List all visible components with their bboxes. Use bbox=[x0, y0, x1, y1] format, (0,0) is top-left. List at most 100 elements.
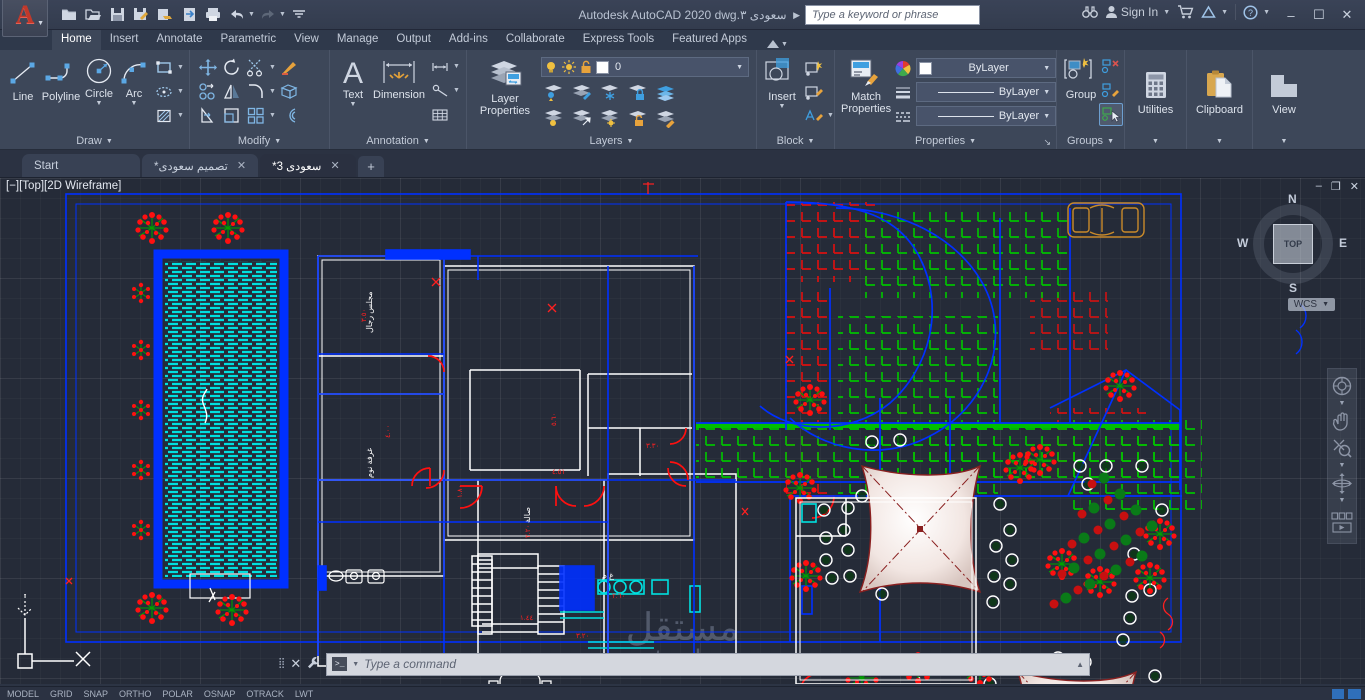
viewport-label[interactable]: [−][Top][2D Wireframe] bbox=[6, 180, 121, 192]
view-cube-west[interactable]: W bbox=[1237, 236, 1248, 250]
status-snap[interactable]: SNAP bbox=[81, 689, 112, 699]
chevron-down-icon[interactable]: ▼ bbox=[1043, 113, 1053, 120]
modify-rotate-button[interactable] bbox=[220, 56, 244, 79]
annotation-leader-button[interactable] bbox=[428, 79, 452, 102]
new-tab-button[interactable]: + bbox=[358, 156, 385, 177]
file-tab-saudi-3[interactable]: سعودى 3* ✕ bbox=[260, 154, 357, 177]
insert-dropdown-icon[interactable]: ▼ bbox=[779, 103, 786, 110]
view-cube-north[interactable]: N bbox=[1288, 192, 1297, 206]
close-icon[interactable]: ✕ bbox=[237, 159, 246, 172]
status-otrack[interactable]: OTRACK bbox=[243, 689, 287, 699]
undo-dropdown-icon[interactable]: ▼ bbox=[248, 11, 255, 18]
sign-in-dropdown-icon[interactable]: ▼ bbox=[1163, 9, 1170, 16]
view-cube-south[interactable]: S bbox=[1289, 281, 1297, 295]
view-cube-top-face[interactable]: TOP bbox=[1273, 224, 1313, 264]
new-icon[interactable] bbox=[58, 4, 80, 26]
layer-combo[interactable]: 0 ▼ bbox=[541, 57, 749, 77]
lineweight-combo[interactable]: ByLayer ▼ bbox=[916, 82, 1057, 102]
chevron-down-icon[interactable]: ▼ bbox=[1322, 301, 1329, 308]
steering-wheel-icon[interactable] bbox=[1329, 374, 1355, 398]
close-icon[interactable]: ✕ bbox=[330, 159, 339, 172]
layer-freeze-button[interactable] bbox=[597, 80, 621, 103]
text-dropdown-icon[interactable]: ▼ bbox=[350, 101, 357, 108]
draw-rectangle-button[interactable] bbox=[152, 56, 176, 79]
search-input[interactable]: Type a keyword or phrase bbox=[805, 5, 980, 25]
panel-title-annotation[interactable]: Annotation ▼ bbox=[332, 133, 464, 149]
tab-output[interactable]: Output bbox=[387, 30, 440, 50]
maximize-button[interactable]: ☐ bbox=[1305, 3, 1333, 27]
chevron-down-icon[interactable]: ▼ bbox=[1339, 400, 1346, 407]
fillet-dropdown-icon[interactable]: ▼ bbox=[268, 88, 277, 95]
help-dropdown-icon[interactable]: ▼ bbox=[1263, 9, 1270, 16]
panel-title-block[interactable]: Block ▼ bbox=[759, 133, 832, 149]
tab-parametric[interactable]: Parametric bbox=[212, 30, 286, 50]
modify-erase-button[interactable] bbox=[277, 56, 301, 79]
tab-express-tools[interactable]: Express Tools bbox=[574, 30, 663, 50]
modify-move-button[interactable] bbox=[196, 56, 220, 79]
tab-collaborate[interactable]: Collaborate bbox=[497, 30, 574, 50]
annotation-dimstyle-button[interactable] bbox=[428, 55, 452, 78]
status-accent-2[interactable] bbox=[1348, 688, 1361, 699]
showmotion-icon[interactable] bbox=[1329, 506, 1355, 538]
saveas-icon[interactable] bbox=[130, 4, 152, 26]
trim-dropdown-icon[interactable]: ▼ bbox=[268, 64, 277, 71]
panel-title-properties[interactable]: Properties ▼ ↘ bbox=[837, 133, 1054, 149]
command-input[interactable]: >_ ▼ Type a command ▲ bbox=[326, 652, 1090, 676]
draw-hatch-button[interactable] bbox=[152, 104, 176, 127]
viewport-close-button[interactable]: ✕ bbox=[1350, 180, 1359, 193]
chevron-down-icon[interactable]: ▼ bbox=[1043, 89, 1053, 96]
rectangle-dropdown-icon[interactable]: ▼ bbox=[176, 64, 185, 71]
annotation-dimension-button[interactable]: Dimension bbox=[373, 54, 425, 103]
block-edit-attribute-button[interactable] bbox=[802, 104, 826, 127]
binoculars-icon[interactable] bbox=[1081, 5, 1098, 19]
modify-scale-button[interactable] bbox=[220, 104, 244, 127]
layer-isolate-button[interactable] bbox=[541, 80, 565, 103]
panel-title-groups[interactable]: Groups ▼ bbox=[1059, 133, 1122, 149]
modify-mirror-button[interactable] bbox=[220, 80, 244, 103]
tab-home[interactable]: Home bbox=[52, 30, 101, 50]
pan-hand-icon[interactable] bbox=[1329, 409, 1355, 433]
command-line-grip[interactable]: ⣿ bbox=[278, 659, 285, 669]
annotation-table-button[interactable] bbox=[428, 103, 452, 126]
status-grid[interactable]: GRID bbox=[47, 689, 76, 699]
orbit-icon[interactable] bbox=[1329, 471, 1355, 495]
autodesk-dropdown-icon[interactable]: ▼ bbox=[1221, 9, 1228, 16]
help-icon[interactable]: ? bbox=[1243, 4, 1258, 20]
tab-insert[interactable]: Insert bbox=[101, 30, 148, 50]
draw-circle-button[interactable]: Circle ▼ bbox=[82, 54, 116, 109]
draw-arc-button[interactable]: Arc ▼ bbox=[117, 54, 151, 109]
drawing-canvas[interactable]: مستقل mostaql.com bbox=[0, 178, 1365, 684]
status-model[interactable]: MODEL bbox=[4, 689, 42, 699]
group-edit-button[interactable] bbox=[1099, 79, 1123, 102]
modify-offset-button[interactable] bbox=[277, 104, 301, 127]
publish-icon[interactable] bbox=[178, 4, 200, 26]
array-dropdown-icon[interactable]: ▼ bbox=[268, 112, 277, 119]
block-create-button[interactable] bbox=[802, 56, 826, 79]
chevron-down-icon[interactable]: ▼ bbox=[352, 661, 359, 668]
layer-properties-button[interactable]: Layer Properties bbox=[473, 54, 537, 119]
panel-title-modify[interactable]: Modify ▼ bbox=[192, 133, 327, 149]
view-cube[interactable]: TOP N S E W bbox=[1237, 192, 1347, 295]
linetype-combo[interactable]: ByLayer ▼ bbox=[916, 106, 1057, 126]
panel-title-clipboard[interactable]: ▼ bbox=[1189, 133, 1250, 149]
annotation-text-button[interactable]: A Text ▼ bbox=[336, 54, 370, 110]
clipboard-button[interactable]: Clipboard bbox=[1193, 67, 1246, 118]
viewport-maximize-button[interactable]: ❐ bbox=[1331, 180, 1341, 193]
hatch-dropdown-icon[interactable]: ▼ bbox=[176, 112, 185, 119]
tab-view[interactable]: View bbox=[285, 30, 328, 50]
close-button[interactable]: ✕ bbox=[1333, 3, 1361, 27]
layer-off-button[interactable] bbox=[541, 106, 565, 129]
draw-arc-dropdown-icon[interactable]: ▼ bbox=[131, 100, 138, 107]
panel-title-utilities[interactable]: ▼ bbox=[1127, 133, 1184, 149]
chevron-down-icon[interactable]: ▼ bbox=[1043, 65, 1053, 72]
panel-title-view[interactable]: ▼ bbox=[1255, 133, 1313, 149]
ellipse-dropdown-icon[interactable]: ▼ bbox=[176, 88, 185, 95]
leader-dropdown-icon[interactable]: ▼ bbox=[452, 87, 461, 94]
view-cube-east[interactable]: E bbox=[1339, 236, 1347, 250]
match-properties-button[interactable]: Match Properties bbox=[841, 54, 891, 117]
chevron-down-icon[interactable]: ▼ bbox=[736, 64, 746, 71]
zoom-extents-icon[interactable] bbox=[1329, 436, 1355, 460]
redo-icon[interactable] bbox=[257, 4, 279, 26]
modify-fillet-button[interactable] bbox=[244, 80, 268, 103]
redo-dropdown-icon[interactable]: ▼ bbox=[279, 11, 286, 18]
